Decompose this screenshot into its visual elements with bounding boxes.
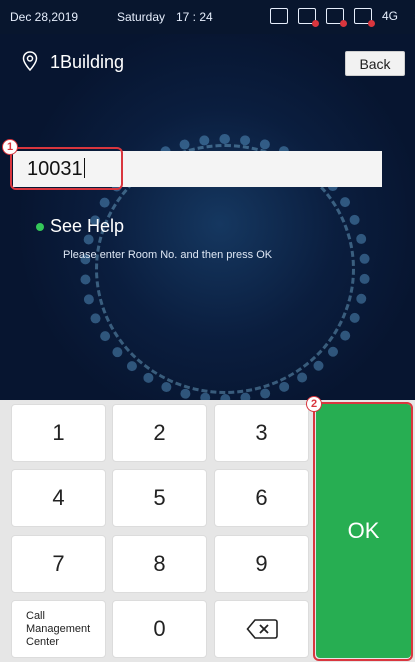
key-6[interactable]: 6: [214, 469, 309, 527]
status-day: Saturday: [117, 10, 166, 24]
backspace-button[interactable]: [214, 600, 309, 658]
backspace-icon: [245, 619, 278, 639]
key-3[interactable]: 3: [214, 404, 309, 462]
key-4[interactable]: 4: [11, 469, 106, 527]
network-4g-icon: 4G: [382, 8, 404, 24]
status-icons: 4G ✱: [270, 8, 415, 27]
id-card-icon: [298, 8, 319, 27]
call-management-center-button[interactable]: Call Management Center: [11, 600, 106, 658]
key-9[interactable]: 9: [214, 535, 309, 593]
status-time: 17 : 24: [176, 10, 213, 24]
see-help-link[interactable]: See Help: [50, 216, 124, 237]
instruction-text: Please enter Room No. and then press OK: [63, 249, 273, 261]
building-name: 1Building: [50, 52, 125, 72]
network-label: 4G: [382, 9, 399, 23]
annotation-marker-2: 2: [306, 396, 322, 412]
input-highlight-box: [10, 147, 123, 190]
key-1[interactable]: 1: [11, 404, 106, 462]
call-management-center-label: Call Management Center: [26, 609, 91, 648]
intercom-screen: Dec 28,2019 Saturday 17 : 24 4G ✱ 1Build…: [0, 0, 415, 662]
key-5[interactable]: 5: [112, 469, 207, 527]
header: 1Building Back: [0, 34, 415, 94]
key-7[interactable]: 7: [11, 535, 106, 593]
document-alert-icon: [354, 8, 375, 27]
document-icon: [326, 8, 347, 27]
camera-icon: [270, 8, 288, 24]
key-8[interactable]: 8: [112, 535, 207, 593]
back-button[interactable]: Back: [345, 51, 405, 76]
key-0[interactable]: 0: [112, 600, 207, 658]
keypad: 1 2 3 4 5 6 7 8 9 Call Management Center…: [0, 396, 415, 662]
status-date: Dec 28,2019: [10, 10, 79, 24]
key-2[interactable]: 2: [112, 404, 207, 462]
location-pin-icon: [22, 51, 38, 71]
main-area: 1Building Back 10031 1 See Help Please e…: [0, 34, 415, 404]
help-status-dot: [36, 223, 44, 231]
annotation-marker-1: 1: [2, 139, 18, 155]
ok-highlight-box: [313, 402, 413, 661]
status-bar: Dec 28,2019 Saturday 17 : 24 4G ✱: [0, 0, 415, 34]
